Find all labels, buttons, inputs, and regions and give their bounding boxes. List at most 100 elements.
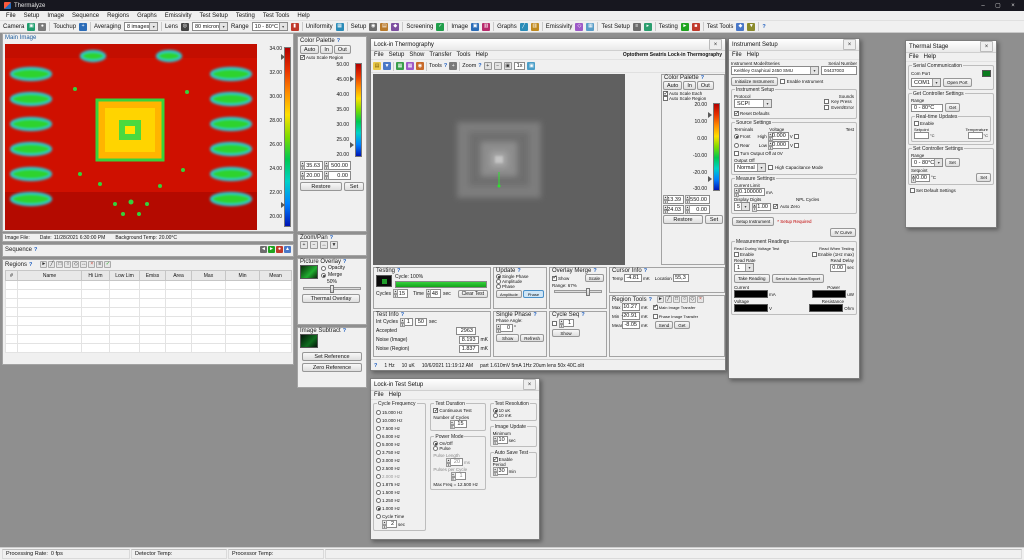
- show-button[interactable]: Show: [552, 329, 580, 337]
- menu-graphs[interactable]: Graphs: [133, 13, 161, 19]
- palette-low-spinner[interactable]: ▴▾-24.03: [663, 205, 684, 214]
- table-row[interactable]: [6, 299, 292, 308]
- read-rate-select[interactable]: 1▾: [734, 263, 754, 272]
- polygon-tool-icon[interactable]: ◇: [72, 261, 79, 268]
- wizard-icon[interactable]: ▸: [644, 23, 652, 31]
- polygon-tool-icon[interactable]: ◇: [689, 296, 696, 303]
- merge-radio[interactable]: [321, 273, 326, 278]
- help-icon[interactable]: ?: [649, 297, 652, 303]
- in-button[interactable]: In: [683, 81, 696, 90]
- output-off-select[interactable]: Normal▾: [734, 163, 766, 172]
- lockin-menu-transfer[interactable]: Transfer: [429, 52, 451, 58]
- rect-tool-icon[interactable]: □: [56, 261, 63, 268]
- help-icon[interactable]: ?: [478, 63, 481, 69]
- line-tool-icon[interactable]: ╱: [665, 296, 672, 303]
- col-max[interactable]: Max: [192, 271, 226, 281]
- menu-test-setup[interactable]: Test Setup: [195, 13, 231, 19]
- table-row[interactable]: [6, 308, 292, 317]
- zoom-out-icon[interactable]: −: [494, 62, 502, 70]
- thermal-image[interactable]: [5, 44, 257, 230]
- out-button[interactable]: Out: [334, 45, 351, 54]
- move-tool-icon[interactable]: ↔: [80, 261, 87, 268]
- palette-low-marker[interactable]: [350, 142, 354, 148]
- res-10mk-radio[interactable]: [493, 413, 498, 418]
- reset-defaults-checkbox[interactable]: [734, 111, 739, 116]
- clear-test-button[interactable]: Clear Test: [458, 290, 488, 298]
- turn-output-off-checkbox[interactable]: [734, 151, 739, 156]
- help-icon[interactable]: ?: [29, 262, 32, 268]
- table-row[interactable]: [6, 335, 292, 344]
- lens-select[interactable]: 80 micron▾: [192, 22, 228, 31]
- chevron-down-icon[interactable]: ▾: [279, 23, 287, 30]
- scale-high-marker[interactable]: [281, 54, 285, 60]
- instrument-menu-file[interactable]: File: [732, 52, 742, 58]
- zoom-in-icon[interactable]: +: [484, 62, 492, 70]
- opacity-radio[interactable]: [321, 266, 326, 271]
- iv-curve-button[interactable]: IV Curve: [830, 228, 856, 237]
- close-icon[interactable]: ×: [1006, 1, 1020, 10]
- set-button[interactable]: Set: [344, 182, 364, 191]
- overlay-slider[interactable]: [303, 287, 361, 290]
- apply-icon[interactable]: ✓: [104, 261, 111, 268]
- period-spinner[interactable]: ▴▾30: [493, 467, 508, 475]
- minimum-spinner[interactable]: ▴▾10: [493, 436, 508, 444]
- menu-regions[interactable]: Regions: [103, 13, 133, 19]
- zero-reference-button[interactable]: Zero Reference: [302, 363, 362, 372]
- lockin-window-titlebar[interactable]: Lock-in Thermography ×: [371, 39, 725, 51]
- pin-icon[interactable]: ▼: [330, 241, 338, 249]
- ellipse-tool-icon[interactable]: ○: [64, 261, 71, 268]
- freq-radio[interactable]: [376, 410, 381, 415]
- help-icon[interactable]: ?: [644, 268, 647, 274]
- instrument-window-titlebar[interactable]: Instrument Setup ×: [729, 39, 859, 51]
- maximize-icon[interactable]: ▢: [991, 1, 1005, 10]
- protocol-select[interactable]: SCPI▾: [734, 99, 772, 108]
- voltage-high-spinner[interactable]: ▴▾0.000: [768, 132, 789, 140]
- high-capacitance-checkbox[interactable]: [768, 165, 773, 170]
- zoom-out-icon[interactable]: −: [310, 241, 318, 249]
- set-range-select[interactable]: 0 - 80°C▾: [911, 158, 943, 167]
- front-radio[interactable]: [734, 134, 739, 139]
- pulses-per-cycle-spinner[interactable]: ▴▾1: [451, 472, 466, 480]
- palette-low-marker[interactable]: [708, 176, 712, 182]
- time-spinner[interactable]: ▴▾48: [426, 289, 441, 298]
- menu-setup[interactable]: Setup: [20, 13, 44, 19]
- app-titlebar[interactable]: Thermalyze – ▢ ×: [0, 0, 1024, 11]
- freq-radio[interactable]: [376, 466, 381, 471]
- freq-radio[interactable]: [376, 490, 381, 495]
- col-num[interactable]: #: [6, 271, 18, 281]
- help-icon[interactable]: ?: [374, 363, 377, 369]
- thermal-overlay-button[interactable]: Thermal Overlay: [302, 294, 360, 303]
- zoom-level-field[interactable]: 1x: [514, 62, 526, 70]
- screening-icon[interactable]: ✓: [436, 23, 444, 31]
- display-digits-select[interactable]: 5▾: [734, 202, 750, 211]
- auto-save-enable-checkbox[interactable]: [493, 457, 498, 462]
- bar-graph-icon[interactable]: ▥: [531, 23, 539, 31]
- thermal-menu-help[interactable]: Help: [924, 54, 936, 60]
- enable-read-during-checkbox[interactable]: [734, 252, 739, 257]
- col-low-lim[interactable]: Low Lim: [110, 271, 140, 281]
- palette-low-pos-spinner[interactable]: ▴▾0.00: [685, 205, 710, 214]
- out-button[interactable]: Out: [697, 81, 714, 90]
- freq-radio[interactable]: [376, 498, 381, 503]
- set-button[interactable]: Set: [705, 215, 723, 224]
- emissivity-table-icon[interactable]: ▦: [586, 23, 594, 31]
- range-select[interactable]: 10 - 80°C▾: [252, 22, 288, 31]
- in-button[interactable]: In: [320, 45, 333, 54]
- int-time-field[interactable]: 50: [415, 318, 427, 326]
- enable-instrument-checkbox[interactable]: [780, 79, 785, 84]
- chevron-down-icon[interactable]: ▾: [741, 203, 749, 210]
- lockin-menu-show[interactable]: Show: [409, 52, 424, 58]
- continuous-test-checkbox[interactable]: [433, 408, 438, 413]
- stop-icon[interactable]: ■: [692, 23, 700, 31]
- palette-high-pos-spinner[interactable]: ▴▾500.00: [324, 161, 351, 170]
- zoom-in-icon[interactable]: +: [300, 241, 308, 249]
- col-name[interactable]: Name: [18, 271, 82, 281]
- select-icon[interactable]: ►: [40, 261, 47, 268]
- cycle-time-spinner[interactable]: ▴▾2: [382, 520, 397, 528]
- show-checkbox[interactable]: [552, 276, 557, 281]
- read-delay-field[interactable]: 0.00: [830, 264, 846, 272]
- setup-menu-help[interactable]: Help: [389, 392, 401, 398]
- help-icon[interactable]: ?: [762, 24, 765, 30]
- enable-read-when-checkbox[interactable]: [812, 252, 817, 257]
- table-row[interactable]: [6, 290, 292, 299]
